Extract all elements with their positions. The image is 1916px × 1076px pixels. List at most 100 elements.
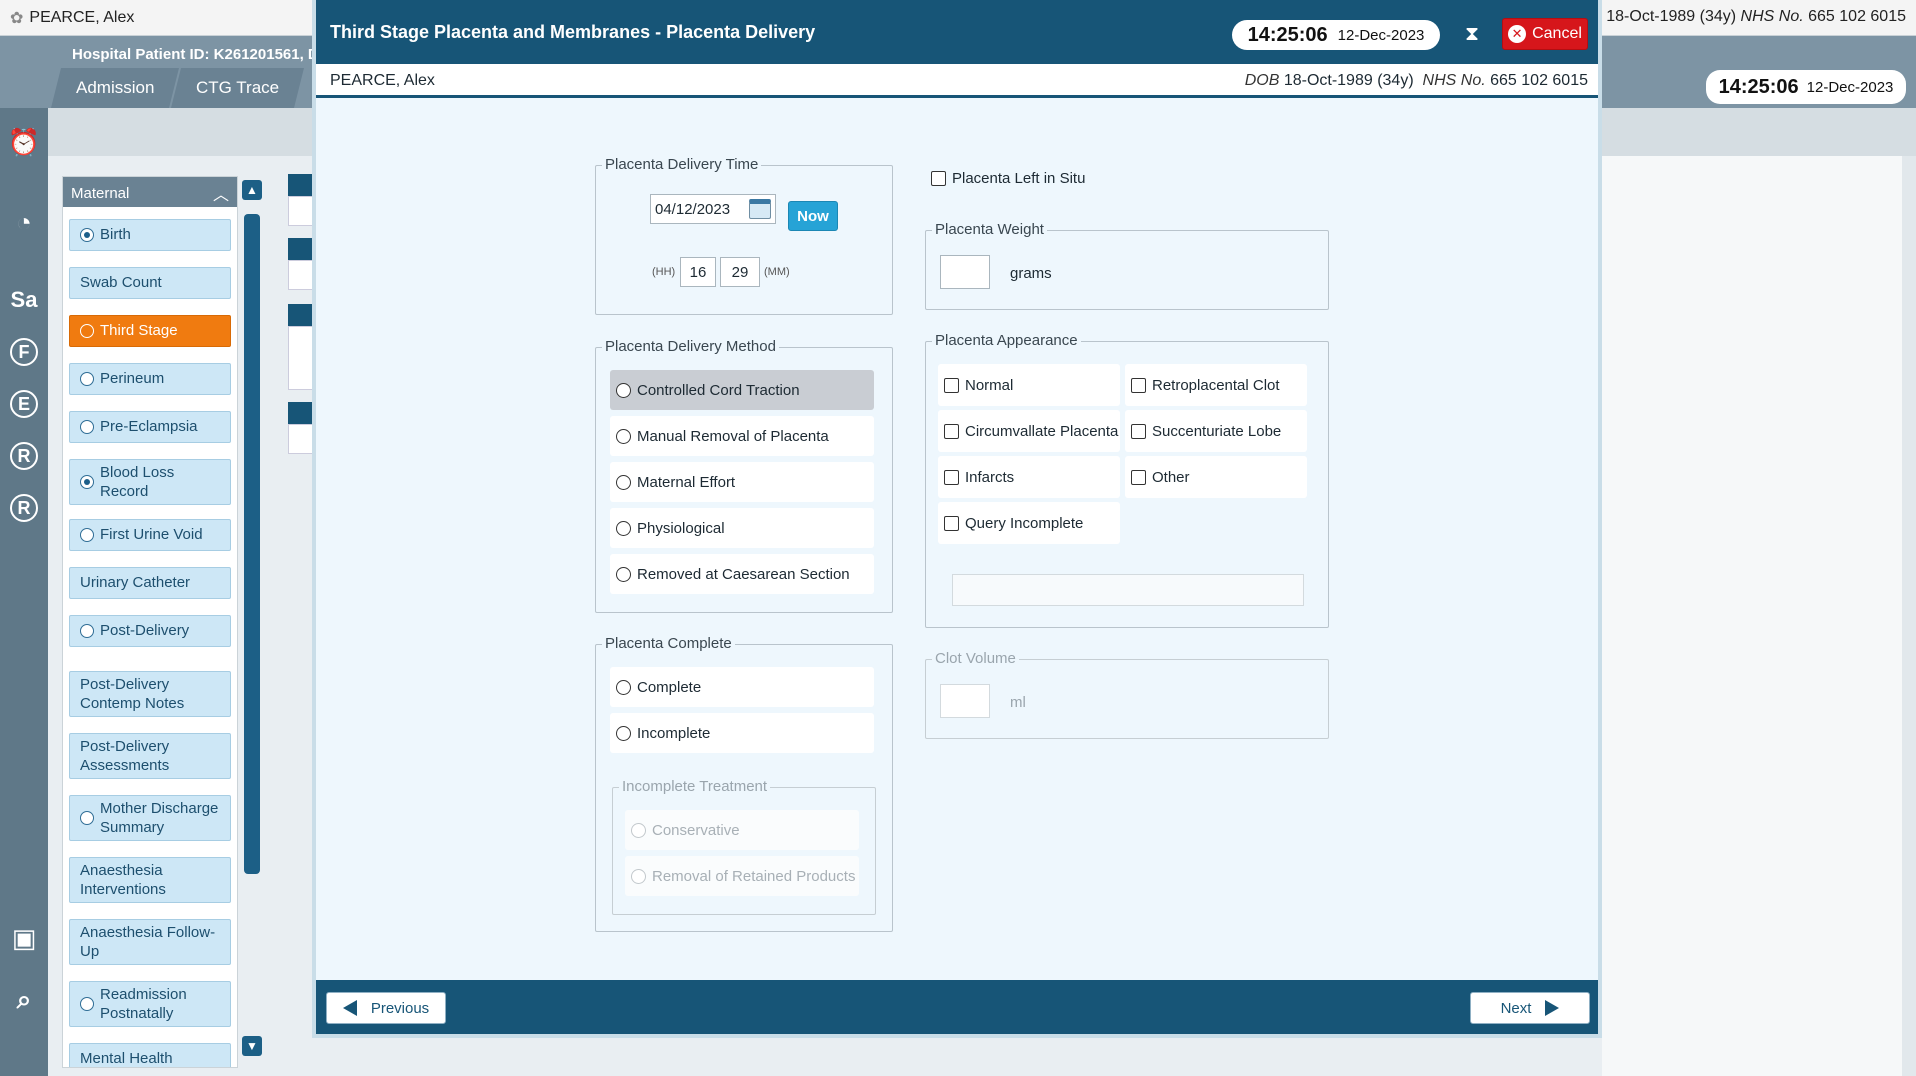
sidebar-scrollbar[interactable] xyxy=(244,214,260,874)
previous-button[interactable]: Previous xyxy=(326,992,446,1024)
method-caesarean[interactable]: Removed at Caesarean Section xyxy=(610,554,874,594)
bg-right-panel xyxy=(1602,156,1916,1076)
sidebar-item-mother-discharge-summary[interactable]: Mother Discharge Summary xyxy=(69,795,231,841)
sidebar-item-anaesthesia-interventions[interactable]: Anaesthesia Interventions xyxy=(69,857,231,903)
left-in-situ-checkbox[interactable]: Placenta Left in Situ xyxy=(931,170,1085,187)
appearance-infarcts[interactable]: Infarcts xyxy=(938,456,1120,498)
radio-icon xyxy=(616,428,631,444)
incomplete-option[interactable]: Incomplete xyxy=(610,713,874,753)
sidebar-header[interactable]: Maternal ︿ xyxy=(63,177,237,207)
treatment-conservative[interactable]: Conservative xyxy=(625,810,859,850)
method-physiological[interactable]: Physiological xyxy=(610,508,874,548)
dialog-patient-name: PEARCE, Alex xyxy=(330,72,435,89)
scroll-up-button[interactable]: ▲ xyxy=(242,180,262,200)
method-manual-removal[interactable]: Manual Removal of Placenta xyxy=(610,416,874,456)
placenta-weight-field[interactable] xyxy=(940,255,990,289)
checkbox-icon xyxy=(1131,469,1146,485)
next-button[interactable]: Next xyxy=(1470,992,1590,1024)
placenta-appearance-group: Placenta Appearance Normal Retroplacenta… xyxy=(925,332,1329,628)
dialog-title: Third Stage Placenta and Membranes - Pla… xyxy=(330,22,816,42)
alarm-clock-icon[interactable]: ⏰ xyxy=(4,122,44,162)
dashboard-gauge-icon[interactable]: ◔ xyxy=(4,202,44,242)
sidebar-item-swab-count[interactable]: Swab Count xyxy=(69,267,231,299)
checkbox-icon xyxy=(944,423,959,439)
status-radio-icon xyxy=(80,997,94,1011)
search-icon[interactable]: ⌕ xyxy=(4,980,44,1020)
status-radio-icon xyxy=(80,228,94,242)
sidebar-item-urinary-catheter[interactable]: Urinary Catheter xyxy=(69,567,231,599)
bg-panel-stub xyxy=(288,304,314,326)
now-button[interactable]: Now xyxy=(788,201,838,231)
filter-icon[interactable]: ⧗ xyxy=(1460,22,1484,46)
status-radio-icon xyxy=(80,475,94,489)
status-radio-icon xyxy=(80,420,94,434)
clot-volume-group: Clot Volume ml xyxy=(925,650,1329,739)
rail-r2[interactable]: R xyxy=(10,494,38,522)
bg-panel-stub xyxy=(288,326,314,390)
rail-e[interactable]: E xyxy=(10,390,38,418)
sidebar-item-anaesthesia-follow-up[interactable]: Anaesthesia Follow-Up xyxy=(69,919,231,965)
checkbox-icon xyxy=(944,469,959,485)
appearance-retroplacental-clot[interactable]: Retroplacental Clot xyxy=(1125,364,1307,406)
sidebar-item-third-stage[interactable]: Third Stage xyxy=(69,315,231,347)
tab-admission[interactable]: Admission xyxy=(51,68,180,108)
placenta-weight-group: Placenta Weight grams xyxy=(925,221,1329,310)
bg-panel-stub xyxy=(288,260,314,290)
checkbox-icon xyxy=(1131,377,1146,393)
sidebar-item-blood-loss-record[interactable]: Blood Loss Record xyxy=(69,459,231,505)
app-patient-info: 18-Oct-1989 (34y) NHS No. 665 102 6015 xyxy=(1606,8,1906,25)
placenta-complete-legend: Placenta Complete xyxy=(602,635,735,652)
app-clock: 14:25:06 12-Dec-2023 xyxy=(1706,70,1906,104)
bg-right-inner xyxy=(1602,156,1902,1076)
cancel-button[interactable]: ✕ Cancel xyxy=(1502,18,1588,50)
sidebar-item-readmission-postnatally[interactable]: Readmission Postnatally xyxy=(69,981,231,1027)
close-icon: ✕ xyxy=(1508,25,1527,43)
appearance-query-incomplete[interactable]: Query Incomplete xyxy=(938,502,1120,544)
sidebar-item-post-delivery-assessments[interactable]: Post-Delivery Assessments xyxy=(69,733,231,779)
sidebar-item-post-delivery[interactable]: Post-Delivery xyxy=(69,615,231,647)
treatment-removal-retained[interactable]: Removal of Retained Products xyxy=(625,856,859,896)
radio-icon xyxy=(631,822,646,838)
clot-volume-field[interactable] xyxy=(940,684,990,718)
sidebar-item-mental-health[interactable]: Mental Health xyxy=(69,1043,231,1067)
placenta-complete-group: Placenta Complete Complete Incomplete In… xyxy=(595,635,893,932)
checkbox-icon xyxy=(931,171,946,186)
placenta-delivery-dialog: Third Stage Placenta and Membranes - Pla… xyxy=(312,0,1602,1038)
scroll-down-button[interactable]: ▼ xyxy=(242,1036,262,1056)
presentation-icon[interactable]: ▣ xyxy=(4,918,44,958)
appearance-circumvallate[interactable]: Circumvallate Placenta xyxy=(938,410,1120,452)
appearance-other[interactable]: Other xyxy=(1125,456,1307,498)
clot-volume-legend: Clot Volume xyxy=(932,650,1019,667)
chevron-up-icon: ︿ xyxy=(212,187,229,204)
rail-sa[interactable]: Sa xyxy=(4,280,44,320)
sidebar-item-post-delivery-contemp-notes[interactable]: Post-Delivery Contemp Notes xyxy=(69,671,231,717)
patient-flower-icon: ✿ xyxy=(10,10,24,27)
placenta-appearance-legend: Placenta Appearance xyxy=(932,332,1081,349)
appearance-normal[interactable]: Normal xyxy=(938,364,1120,406)
sidebar-item-pre-eclampsia[interactable]: Pre-Eclampsia xyxy=(69,411,231,443)
method-controlled-cord-traction[interactable]: Controlled Cord Traction xyxy=(610,370,874,410)
sidebar-item-birth[interactable]: Birth xyxy=(69,219,231,251)
complete-option[interactable]: Complete xyxy=(610,667,874,707)
appearance-other-field[interactable] xyxy=(952,574,1304,606)
radio-icon xyxy=(631,868,646,884)
status-radio-icon xyxy=(80,811,94,825)
sidebar-item-perineum[interactable]: Perineum xyxy=(69,363,231,395)
checkbox-icon xyxy=(944,377,959,393)
arrow-left-icon xyxy=(342,1000,357,1016)
sidebar-item-first-urine-void[interactable]: First Urine Void xyxy=(69,519,231,551)
bg-panel-stub xyxy=(288,238,314,260)
rail-r1[interactable]: R xyxy=(10,442,38,470)
rail-f[interactable]: F xyxy=(10,338,38,366)
appearance-succenturiate-lobe[interactable]: Succenturiate Lobe xyxy=(1125,410,1307,452)
hours-field[interactable]: 16 xyxy=(680,257,716,287)
tab-ctg-trace[interactable]: CTG Trace xyxy=(171,68,305,108)
grams-label: grams xyxy=(1010,265,1052,282)
calendar-icon[interactable] xyxy=(749,199,771,219)
checkbox-icon xyxy=(944,515,959,531)
delivery-date-field[interactable]: 04/12/2023 xyxy=(650,194,776,224)
arrow-right-icon xyxy=(1545,1000,1560,1016)
method-maternal-effort[interactable]: Maternal Effort xyxy=(610,462,874,502)
dialog-patient-info: DOB 18-Oct-1989 (34y) NHS No. 665 102 60… xyxy=(1244,72,1588,89)
minutes-field[interactable]: 29 xyxy=(720,257,760,287)
